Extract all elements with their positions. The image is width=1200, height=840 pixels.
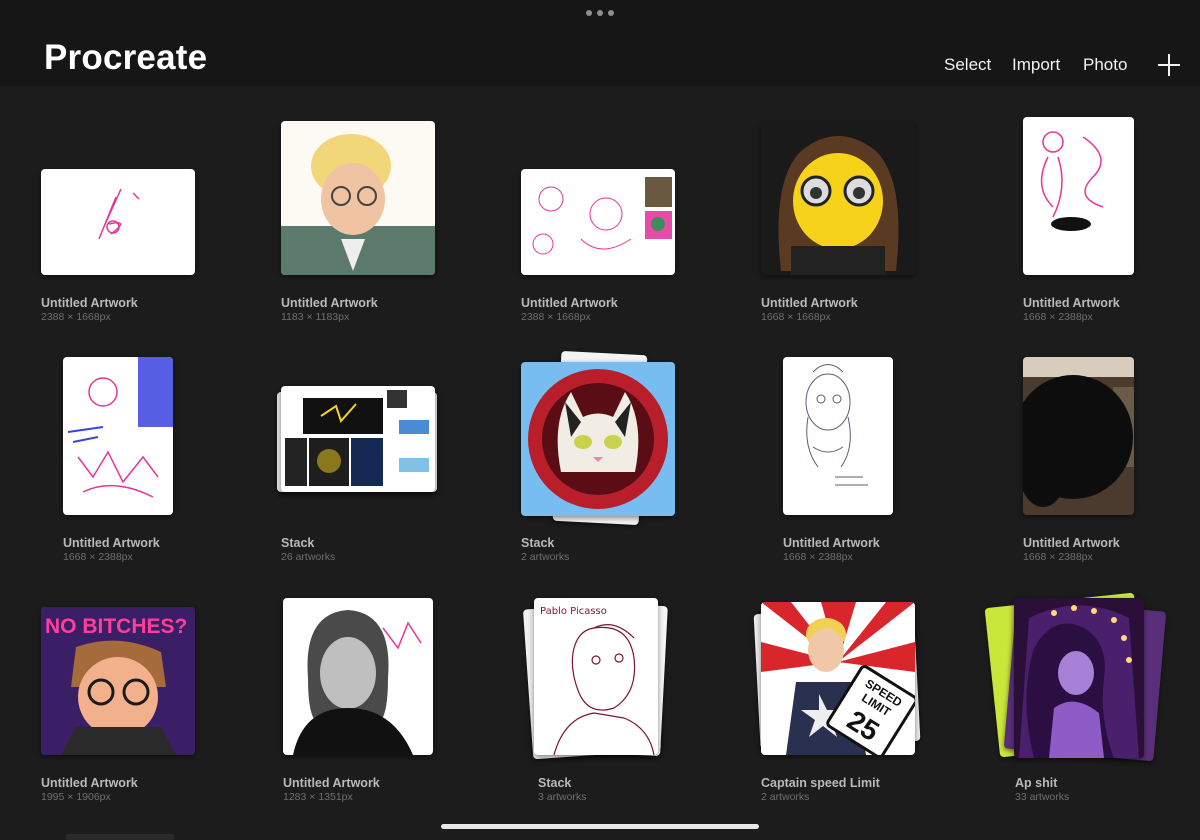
artwork-thumbnail[interactable] [761, 121, 915, 275]
artwork-size: 2388 × 1668px [521, 311, 591, 323]
artwork-text: NO BITCHES? [45, 615, 187, 638]
artwork-size: 2388 × 1668px [41, 311, 111, 323]
stack-count: 2 artworks [761, 791, 810, 803]
artwork-title: Untitled Artwork [283, 776, 380, 790]
artwork-thumbnail[interactable] [1023, 117, 1134, 275]
artwork-thumbnail[interactable] [783, 357, 893, 515]
artwork-thumbnail[interactable] [281, 121, 435, 275]
artwork-title: Untitled Artwork [521, 296, 618, 310]
artwork-size: 1283 × 1351px [283, 791, 353, 803]
stack-count: 26 artworks [281, 551, 336, 563]
stack-title: Ap shit [1015, 776, 1058, 790]
artwork-size: 1183 × 1183px [281, 311, 350, 323]
artwork-thumbnail[interactable] [521, 169, 675, 275]
next-row-thumbnail-edge [66, 834, 174, 840]
artwork-size: 1995 × 1906px [41, 791, 111, 803]
artwork-title: Untitled Artwork [1023, 296, 1120, 310]
gallery-title: Procreate [44, 38, 208, 77]
photo-button[interactable]: Photo [1083, 55, 1127, 75]
stack-thumbnail[interactable] [521, 362, 675, 516]
stack-title: Stack [281, 536, 315, 550]
stack-title: Stack [521, 536, 555, 550]
artwork-title: Untitled Artwork [281, 296, 378, 310]
stack-count: 3 artworks [538, 791, 587, 803]
artwork-size: 1668 × 2388px [1023, 311, 1093, 323]
stack-thumbnail[interactable] [281, 386, 435, 492]
artwork-title: Untitled Artwork [63, 536, 160, 550]
stack-count: 33 artworks [1015, 791, 1070, 803]
artwork-title: Untitled Artwork [41, 776, 138, 790]
artwork-title: Untitled Artwork [783, 536, 880, 550]
stack-thumbnail[interactable]: Pablo Picasso [534, 598, 658, 755]
plus-icon[interactable] [1158, 54, 1180, 76]
top-bar: Procreate Select Import Photo [0, 0, 1200, 86]
artwork-thumbnail[interactable] [1023, 357, 1134, 515]
artwork-thumbnail[interactable]: NO BITCHES? [41, 607, 195, 755]
artwork-thumbnail[interactable] [41, 169, 195, 275]
stack-thumbnail[interactable] [1014, 598, 1144, 758]
artwork-thumbnail[interactable] [283, 598, 433, 755]
artwork-title: Untitled Artwork [1023, 536, 1120, 550]
import-button[interactable]: Import [1012, 55, 1060, 75]
artwork-size: 1668 × 2388px [63, 551, 133, 563]
artwork-title: Untitled Artwork [761, 296, 858, 310]
artwork-thumbnail[interactable] [63, 357, 173, 515]
artwork-title: Untitled Artwork [41, 296, 138, 310]
multitasking-dots-icon[interactable] [586, 9, 614, 17]
stack-thumbnail[interactable]: SPEED LIMIT 25 [761, 602, 915, 755]
artwork-size: 1668 × 2388px [1023, 551, 1093, 563]
stack-title: Captain speed Limit [761, 776, 880, 790]
stack-count: 2 artworks [521, 551, 570, 563]
stack-title: Stack [538, 776, 572, 790]
artwork-size: 1668 × 1668px [761, 311, 831, 323]
artwork-size: 1668 × 2388px [783, 551, 853, 563]
home-indicator[interactable] [441, 824, 759, 829]
select-button[interactable]: Select [944, 55, 991, 75]
artwork-text: Pablo Picasso [540, 606, 607, 617]
